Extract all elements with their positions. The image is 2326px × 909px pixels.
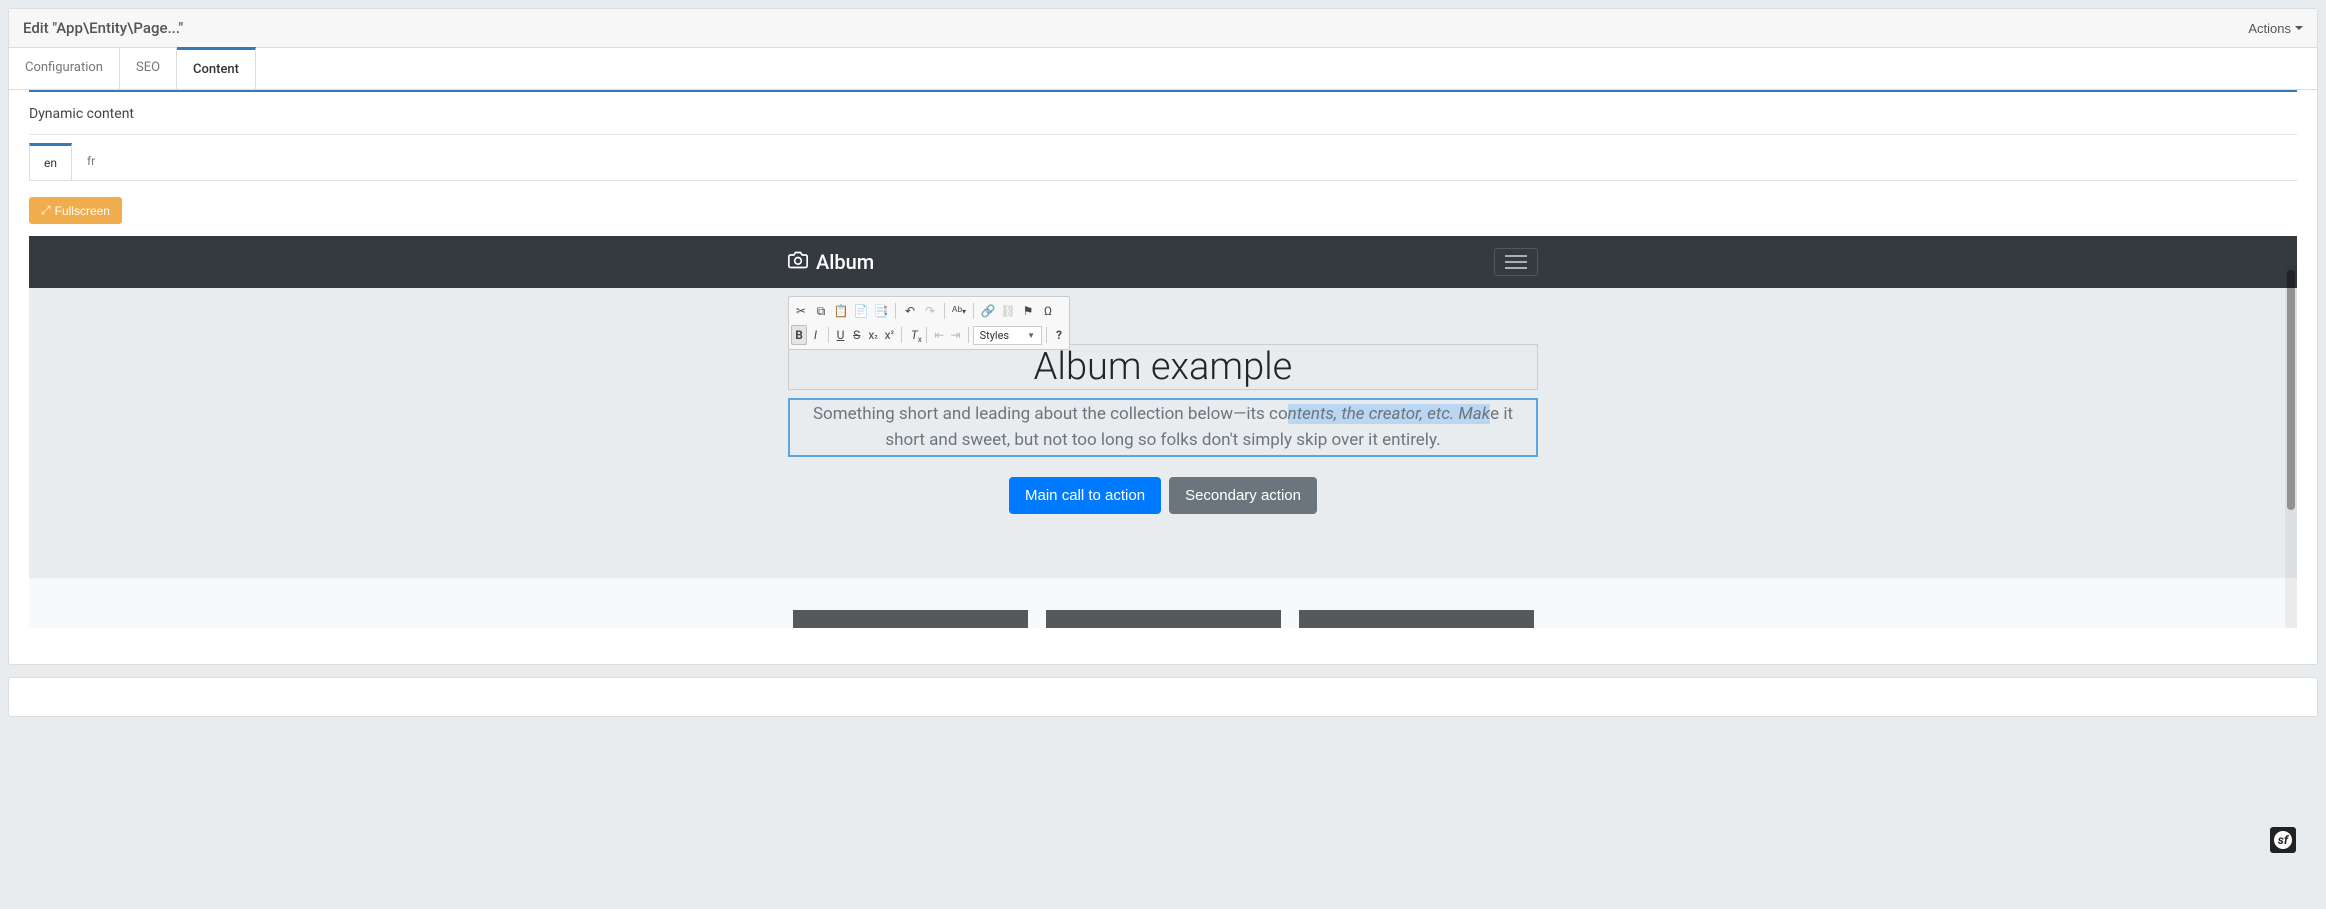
spellcheck-icon[interactable]: ᴬᵇ▾: [949, 301, 969, 321]
link-icon[interactable]: 🔗: [978, 301, 998, 321]
tab-content[interactable]: Content: [177, 47, 256, 89]
content-preview[interactable]: Album ✂: [29, 236, 2297, 628]
underline-button[interactable]: U: [832, 325, 848, 345]
main-tabs: Configuration SEO Content: [9, 48, 2317, 90]
hamburger-icon: [1505, 255, 1527, 269]
chevron-down-icon: ▼: [1027, 331, 1035, 340]
cut-icon[interactable]: ✂: [791, 301, 811, 321]
caret-down-icon: [2295, 26, 2303, 30]
indent-button[interactable]: ⇥: [948, 325, 964, 345]
editor-toolbar: ✂ ⧉ 📋 📄 📑 ↶ ↷ ᴬᵇ▾: [788, 296, 1070, 350]
hero-section: ✂ ⧉ 📋 📄 📑 ↶ ↷ ᴬᵇ▾: [29, 288, 2297, 578]
paste-icon[interactable]: 📋: [831, 301, 851, 321]
brand[interactable]: Album: [788, 250, 874, 275]
special-char-icon[interactable]: Ω: [1038, 301, 1058, 321]
styles-dropdown[interactable]: Styles ▼: [973, 326, 1042, 345]
anchor-icon[interactable]: ⚑: [1018, 301, 1038, 321]
card-placeholder: [793, 610, 1028, 628]
card-placeholder: [1299, 610, 1534, 628]
bold-button[interactable]: B: [791, 325, 807, 345]
camera-icon: [788, 250, 808, 275]
actions-dropdown[interactable]: Actions: [2248, 21, 2303, 36]
secondary-panel: [8, 677, 2318, 717]
expand-icon: ⤢: [41, 203, 51, 218]
paste-text-icon[interactable]: 📄: [851, 301, 871, 321]
page-title: Edit "App\Entity\Page...": [23, 19, 183, 37]
copy-icon[interactable]: ⧉: [811, 301, 831, 321]
preview-navbar: Album: [29, 236, 2297, 288]
remove-format-button[interactable]: T: [906, 325, 922, 345]
italic-button[interactable]: I: [807, 325, 823, 345]
paste-word-icon[interactable]: 📑: [871, 301, 891, 321]
symfony-badge[interactable]: sf: [2270, 827, 2296, 853]
redo-icon[interactable]: ↷: [920, 301, 940, 321]
nav-toggle-button[interactable]: [1494, 248, 1538, 276]
cta-secondary-button[interactable]: Secondary action: [1169, 477, 1317, 514]
lang-tab-fr[interactable]: fr: [72, 143, 110, 180]
card-placeholder: [1046, 610, 1281, 628]
lang-tabs: en fr: [29, 143, 2297, 181]
cards-row: [29, 578, 2297, 628]
hero-title[interactable]: Album example: [788, 344, 1538, 390]
scroll-thumb[interactable]: [2287, 270, 2295, 510]
subscript-button[interactable]: x₂: [865, 325, 881, 345]
superscript-button[interactable]: x²: [881, 325, 897, 345]
preview-scrollbar[interactable]: [2285, 266, 2297, 628]
panel-header: Edit "App\Entity\Page..." Actions: [9, 9, 2317, 48]
unlink-icon[interactable]: ⛓: [998, 301, 1018, 321]
selected-text: ntents, the creator, etc. Mak: [1288, 404, 1490, 424]
strike-button[interactable]: S: [849, 325, 865, 345]
fullscreen-button[interactable]: ⤢ Fullscreen: [29, 197, 122, 224]
symfony-icon: sf: [2274, 831, 2292, 849]
help-button[interactable]: ?: [1051, 325, 1067, 345]
hero-subtitle[interactable]: Something short and leading about the co…: [788, 398, 1538, 457]
tab-seo[interactable]: SEO: [120, 48, 177, 89]
lang-tab-en[interactable]: en: [29, 143, 72, 180]
tab-configuration[interactable]: Configuration: [9, 48, 120, 89]
outdent-button[interactable]: ⇤: [931, 325, 947, 345]
edit-panel: Edit "App\Entity\Page..." Actions Config…: [8, 8, 2318, 665]
section-dynamic-content: Dynamic content: [29, 92, 2297, 135]
cta-primary-button[interactable]: Main call to action: [1009, 477, 1161, 514]
undo-icon[interactable]: ↶: [900, 301, 920, 321]
